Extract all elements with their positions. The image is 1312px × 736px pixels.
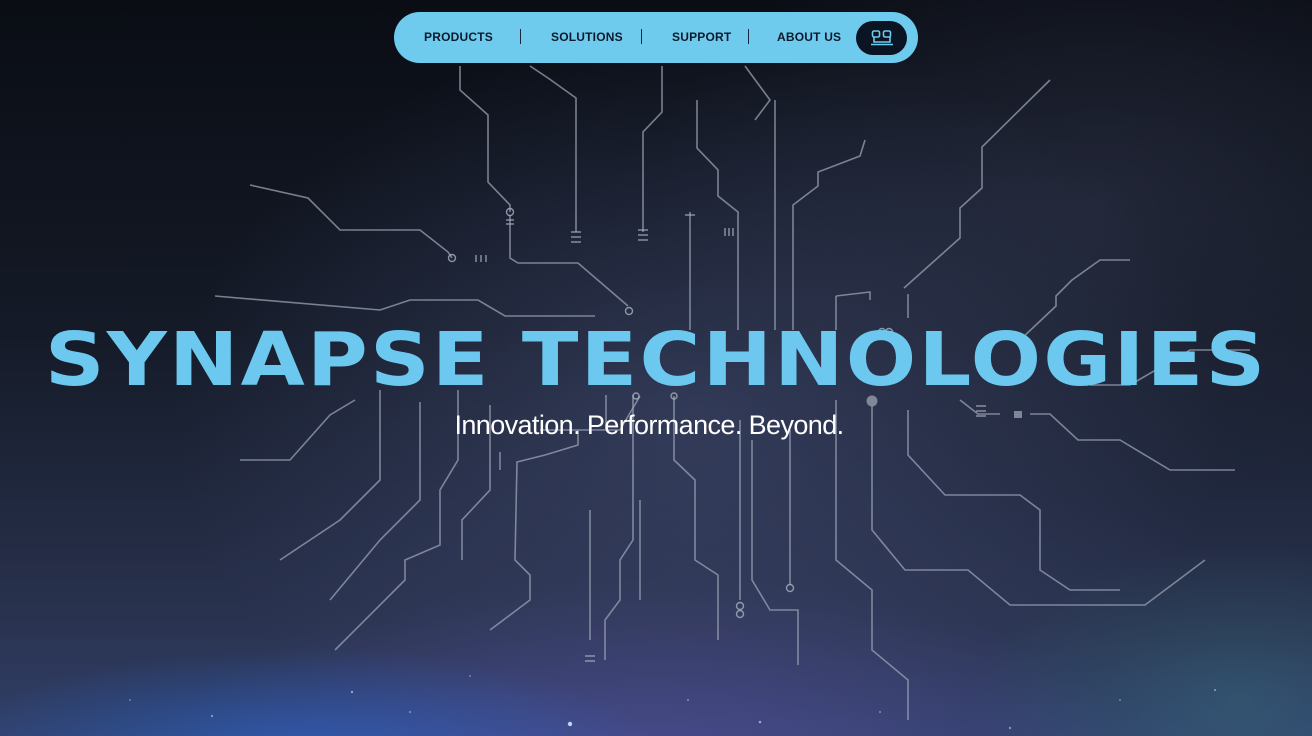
- nav-link-support[interactable]: SUPPORT: [672, 30, 731, 44]
- nav-separator: [748, 29, 749, 44]
- hero-section: PRODUCTS SOLUTIONS SUPPORT ABOUT US Syna…: [0, 0, 1312, 736]
- hero-tagline: Innovation. Performance. Beyond.: [454, 410, 844, 440]
- nav-link-about-us[interactable]: ABOUT US: [777, 30, 841, 44]
- hero-title-first-word: Synapse: [44, 317, 491, 403]
- hero-title: Synapse Technologies: [0, 318, 1312, 402]
- top-navigation-bar: PRODUCTS SOLUTIONS SUPPORT ABOUT US: [394, 12, 918, 63]
- account-button[interactable]: [856, 21, 907, 55]
- hero-title-second-word: Technologies: [521, 317, 1268, 403]
- nav-link-solutions[interactable]: SOLUTIONS: [551, 30, 623, 44]
- nav-separator: [641, 29, 642, 44]
- nav-link-products[interactable]: PRODUCTS: [424, 30, 493, 44]
- user-profile-icon: [870, 30, 893, 46]
- nav-separator: [520, 29, 521, 44]
- sparkle-particles: [129, 675, 1217, 730]
